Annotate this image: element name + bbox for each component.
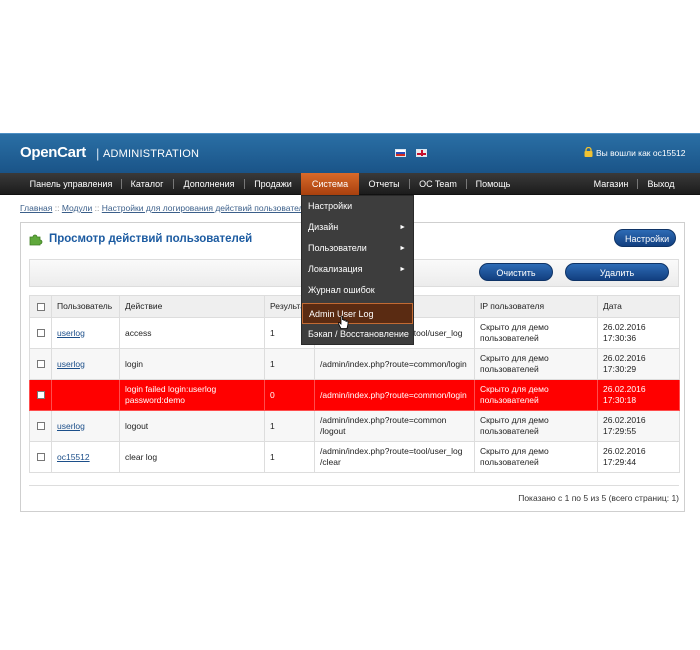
menu-divider [121, 179, 122, 189]
ip-cell: Скрыто для демо пользователей [474, 410, 598, 442]
ip-cell: Скрыто для демо пользователей [474, 317, 598, 349]
select-all-checkbox[interactable] [36, 302, 45, 311]
table-row: userlog logout 1 /admin/index.php?route=… [29, 410, 680, 442]
date-cell: 26.02.2016 17:30:29 [597, 348, 680, 380]
breadcrumb: Главная :: Модули :: Настройки для логир… [20, 203, 308, 213]
menu-help[interactable]: Помощь [470, 173, 516, 195]
puzzle-icon [29, 234, 43, 246]
breadcrumb-modules[interactable]: Модули [62, 203, 92, 213]
column-header-user[interactable]: Пользователь [51, 295, 120, 318]
breadcrumb-separator: :: [94, 203, 100, 213]
menu-divider [244, 179, 245, 189]
action-cell: login failed login:userlog password:demo [119, 379, 265, 411]
user-link[interactable]: userlog [57, 421, 85, 431]
menu-catalog[interactable]: Каталог [124, 173, 170, 195]
menu-extensions[interactable]: Дополнения [177, 173, 241, 195]
submenu-arrow-icon: ► [399, 266, 406, 273]
column-header-ip[interactable]: IP пользователя [474, 295, 598, 318]
menu-divider [409, 179, 410, 189]
submenu-arrow-icon: ► [399, 224, 406, 231]
menu-divider [466, 179, 467, 189]
table-row: userlog login 1 /admin/index.php?route=c… [29, 348, 680, 380]
action-cell: clear log [119, 441, 265, 473]
row-checkbox[interactable] [36, 329, 45, 338]
menu-divider [173, 179, 174, 189]
url-cell: /admin/index.php?route=tool/user_log /cl… [314, 441, 475, 473]
dropdown-item-settings[interactable]: Настройки [302, 196, 413, 217]
dropdown-item-localisation[interactable]: Локализация ► [302, 259, 413, 280]
english-flag-icon[interactable] [416, 149, 427, 157]
hand-cursor-icon [338, 316, 349, 329]
opencart-logo[interactable]: OpenCart [20, 144, 86, 161]
breadcrumb-separator: :: [54, 203, 60, 213]
ip-cell: Скрыто для демо пользователей [474, 441, 598, 473]
result-cell: 1 [264, 410, 315, 442]
column-header-action[interactable]: Действие [119, 295, 265, 318]
date-cell: 26.02.2016 17:30:36 [597, 317, 680, 349]
menu-logout[interactable]: Выход [641, 173, 681, 195]
logged-in-text: Вы вошли как oc15512 [596, 148, 686, 158]
menu-store[interactable]: Магазин [589, 173, 633, 195]
table-row: oc15512 clear log 1 /admin/index.php?rou… [29, 441, 680, 473]
action-cell: access [119, 317, 265, 349]
user-link[interactable]: oc15512 [57, 452, 90, 462]
breadcrumb-home[interactable]: Главная [20, 203, 52, 213]
result-cell: 1 [264, 348, 315, 380]
administration-label: ADMINISTRATION [103, 148, 200, 160]
menu-divider [637, 179, 638, 189]
pagination: Показано с 1 по 5 из 5 (всего страниц: 1… [29, 485, 679, 507]
menu-oc-team[interactable]: OC Team [413, 173, 463, 195]
main-menu: Панель управления Каталог Дополнения Про… [0, 173, 700, 195]
date-cell: 26.02.2016 17:29:55 [597, 410, 680, 442]
row-checkbox[interactable] [36, 360, 45, 369]
breadcrumb-current[interactable]: Настройки для логирования действий польз… [102, 203, 308, 213]
result-cell: 0 [264, 379, 315, 411]
url-cell: /admin/index.php?route=common/login [314, 348, 475, 380]
result-cell: 1 [264, 441, 315, 473]
clear-log-button[interactable]: Очистить лог [479, 263, 553, 296]
row-checkbox[interactable] [36, 391, 45, 400]
settings-button[interactable]: Настройки [614, 229, 676, 247]
submenu-arrow-icon: ► [399, 245, 406, 252]
url-cell: /admin/index.php?route=common/login [314, 379, 475, 411]
action-cell: login [119, 348, 265, 380]
dropdown-item-admin-user-log[interactable]: Admin User Log [302, 303, 413, 324]
menu-sales[interactable]: Продажи [248, 173, 298, 195]
row-checkbox[interactable] [36, 422, 45, 431]
dropdown-item-design[interactable]: Дизайн ► [302, 217, 413, 238]
dropdown-item-error-log[interactable]: Журнал ошибок [302, 280, 413, 301]
column-header-date[interactable]: Дата [597, 295, 680, 318]
menu-system[interactable]: Система [301, 173, 359, 195]
user-link[interactable]: userlog [57, 359, 85, 369]
url-cell: /admin/index.php?route=common /logout [314, 410, 475, 442]
row-checkbox[interactable] [36, 453, 45, 462]
lock-icon [584, 147, 593, 157]
dropdown-item-users[interactable]: Пользователи ► [302, 238, 413, 259]
action-cell: logout [119, 410, 265, 442]
ip-cell: Скрыто для демо пользователей [474, 379, 598, 411]
menu-reports[interactable]: Отчеты [362, 173, 406, 195]
date-cell: 26.02.2016 17:29:44 [597, 441, 680, 473]
menu-dashboard[interactable]: Панель управления [24, 173, 118, 195]
russian-flag-icon[interactable] [395, 149, 406, 157]
date-cell: 26.02.2016 17:30:18 [597, 379, 680, 411]
user-link[interactable]: userlog [57, 328, 85, 338]
pagination-info: Показано с 1 по 5 из 5 (всего страниц: 1… [518, 493, 679, 503]
table-row-failed: login failed login:userlog password:demo… [29, 379, 680, 411]
admin-header: OpenCart | ADMINISTRATION Вы вошли как o… [0, 133, 700, 173]
logo-separator: | [96, 146, 100, 161]
page-title: Просмотр действий пользователей [49, 233, 253, 245]
delete-selected-button[interactable]: Удалить отмеченные [565, 263, 669, 296]
ip-cell: Скрыто для демо пользователей [474, 348, 598, 380]
dropdown-item-backup-restore[interactable]: Бэкап / Восстановление [302, 324, 413, 345]
system-dropdown-menu: Настройки Дизайн ► Пользователи ► Локализа… [301, 195, 414, 345]
